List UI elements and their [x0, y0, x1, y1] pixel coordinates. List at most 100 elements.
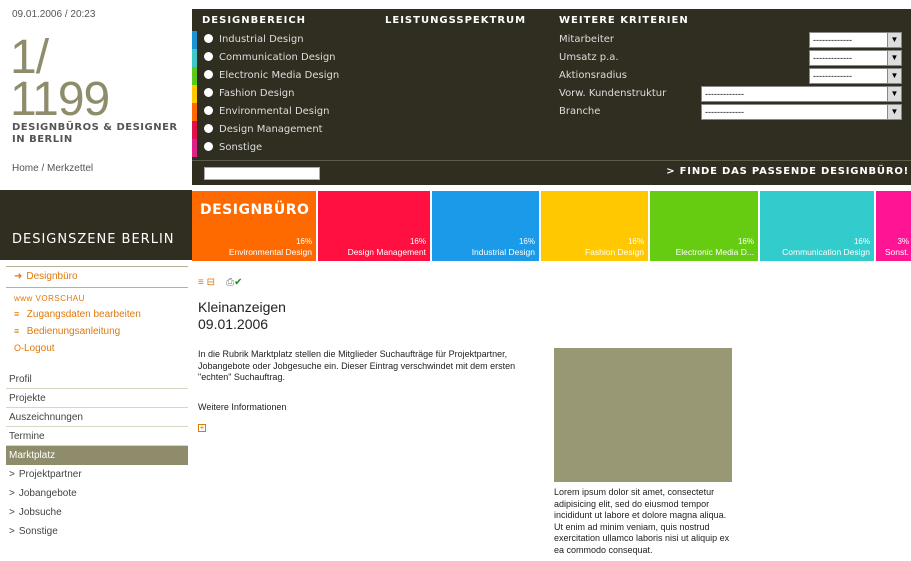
submenu-item-sonstige[interactable]: > Sonstige [6, 522, 188, 541]
logout-link[interactable]: O-Logout [14, 340, 184, 357]
label-mitarbeiter: Mitarbeiter [559, 34, 615, 45]
radio-environmental-design[interactable]: Environmental Design [204, 103, 329, 121]
radio-icon [204, 52, 213, 61]
sidebar-menu: Profil Projekte Auszeichnungen Termine M… [6, 370, 188, 541]
search-input[interactable] [204, 167, 320, 180]
tile-sonstige[interactable]: 3% Sonst. [876, 191, 911, 261]
tile-percent: 16% [627, 237, 644, 246]
category-tiles: DESIGNBÜRO 16% Environmental Design 16% … [192, 191, 911, 261]
image-placeholder [554, 348, 732, 482]
radio-icon [204, 88, 213, 97]
nav-designbuero-label: Designbüro [26, 271, 78, 282]
color-strip [192, 67, 197, 85]
tile-percent: 16% [518, 237, 535, 246]
radio-label: Fashion Design [219, 88, 295, 99]
list-icon: ≡ [14, 326, 20, 336]
more-info-link[interactable]: Weitere Informationen [198, 402, 286, 412]
select-value: ------------- [705, 89, 744, 99]
tile-electronic-media-design[interactable]: 16% Electronic Media D... [650, 191, 758, 261]
submenu-label: Jobsuche [18, 507, 62, 518]
radio-icon [204, 70, 213, 79]
print-icon[interactable]: ⎙ [226, 277, 234, 288]
intro-text: In die Rubrik Marktplatz stellen die Mit… [198, 349, 516, 382]
minus-box-icon[interactable]: ⊟ [207, 277, 215, 288]
chevron-down-icon: ▼ [887, 33, 901, 47]
sidebar-item-projekte[interactable]: Projekte [6, 389, 188, 408]
tile-name: Electronic Media D... [675, 247, 754, 257]
select-value: ------------- [813, 35, 852, 45]
tile-name: Environmental Design [228, 247, 312, 257]
manual-label: Bedienungsanleitung [26, 326, 121, 337]
marktplatz-submenu: > Projektpartner > Jobangebote > Jobsuche >… [6, 465, 188, 541]
submenu-label: Jobangebote [18, 488, 77, 499]
tile-design-management[interactable]: 16% Design Management [318, 191, 430, 261]
chevron-down-icon: ▼ [887, 69, 901, 83]
radio-label: Communication Design [219, 52, 336, 63]
submenu-item-jobangebote[interactable]: > Jobangebote [6, 484, 188, 503]
radio-communication-design[interactable]: Communication Design [204, 49, 336, 67]
edit-credentials-label: Zugangsdaten bearbeiten [26, 309, 141, 320]
tile-name: Fashion Design [584, 247, 644, 257]
list-icon[interactable]: ≡ [198, 277, 204, 288]
submenu-item-jobsuche[interactable]: > Jobsuche [6, 503, 188, 522]
submenu-item-projektpartner[interactable]: > Projektpartner [6, 465, 188, 484]
plus-box-icon[interactable]: + [198, 424, 206, 432]
preview-link[interactable]: www VORSCHAU [14, 294, 184, 303]
arrow-right-icon: ➜ [14, 271, 23, 282]
title-text: Kleinanzeigen [198, 299, 286, 315]
color-strip [192, 31, 197, 49]
select-value: ------------- [813, 71, 852, 81]
tile-percent: 3% [897, 237, 909, 246]
label-aktionsradius: Aktionsradius [559, 70, 627, 81]
tiles-heading: DESIGNBÜRO [200, 202, 310, 218]
find-designbuero-link[interactable]: > FINDE DAS PASSENDE DESIGNBÜRO! [666, 166, 909, 177]
label-umsatz: Umsatz p.a. [559, 52, 619, 63]
select-umsatz[interactable]: ------------- ▼ [809, 50, 902, 66]
sidebar-item-marktplatz[interactable]: Marktplatz [6, 446, 188, 465]
breadcrumb-merkzettel[interactable]: Merkzettel [47, 163, 93, 174]
nav-designbuero[interactable]: ➜ Designbüro [6, 266, 188, 288]
radio-sonstige[interactable]: Sonstige [204, 139, 262, 157]
page-title: Kleinanzeigen 09.01.2006 [198, 299, 286, 333]
radio-label: Sonstige [219, 142, 263, 153]
chevron-down-icon: ▼ [887, 51, 901, 65]
radio-label: Electronic Media Design [219, 70, 340, 81]
select-kundenstruktur[interactable]: ------------- ▼ [701, 86, 902, 102]
logout-label: Logout [24, 343, 55, 354]
tile-percent: 16% [295, 237, 312, 246]
select-value: ------------- [813, 53, 852, 63]
datetime: 09.01.2006 / 20:23 [12, 9, 96, 20]
tile-name: Design Management [347, 247, 426, 257]
tile-percent: 16% [853, 237, 870, 246]
list-icon: ≡ [14, 309, 20, 319]
select-value: ------------- [705, 107, 744, 117]
select-aktionsradius[interactable]: ------------- ▼ [809, 68, 902, 84]
divider [192, 160, 911, 161]
tile-fashion-design[interactable]: 16% Fashion Design [541, 191, 648, 261]
label-kundenstruktur: Vorw. Kundenstruktur [559, 88, 667, 99]
edit-credentials-link[interactable]: ≡ Zugangsdaten bearbeiten [14, 306, 184, 323]
radio-icon [204, 124, 213, 133]
chevron-right-icon: > [9, 488, 15, 499]
radio-fashion-design[interactable]: Fashion Design [204, 85, 294, 103]
sidebar-item-termine[interactable]: Termine [6, 427, 188, 446]
tile-communication-design[interactable]: 16% Communication Design [760, 191, 874, 261]
submenu-label: Projektpartner [18, 469, 82, 480]
sidebar-item-profil[interactable]: Profil [6, 370, 188, 389]
color-strip [192, 85, 197, 103]
label-branche: Branche [559, 106, 601, 117]
sidebar-item-auszeichnungen[interactable]: Auszeichnungen [6, 408, 188, 427]
counter-total: 1199 [10, 73, 110, 126]
manual-link[interactable]: ≡ Bedienungsanleitung [14, 323, 184, 340]
radio-icon [204, 106, 213, 115]
radio-electronic-media-design[interactable]: Electronic Media Design [204, 67, 339, 85]
radio-design-management[interactable]: Design Management [204, 121, 323, 139]
radio-industrial-design[interactable]: Industrial Design [204, 31, 304, 49]
select-branche[interactable]: ------------- ▼ [701, 104, 902, 120]
submenu-label: Sonstige [18, 526, 58, 537]
tile-industrial-design[interactable]: 16% Industrial Design [432, 191, 539, 261]
select-mitarbeiter[interactable]: ------------- ▼ [809, 32, 902, 48]
breadcrumb-home[interactable]: Home [12, 163, 39, 174]
tile-environmental-design[interactable]: DESIGNBÜRO 16% Environmental Design [192, 191, 316, 261]
color-strip [192, 103, 197, 121]
